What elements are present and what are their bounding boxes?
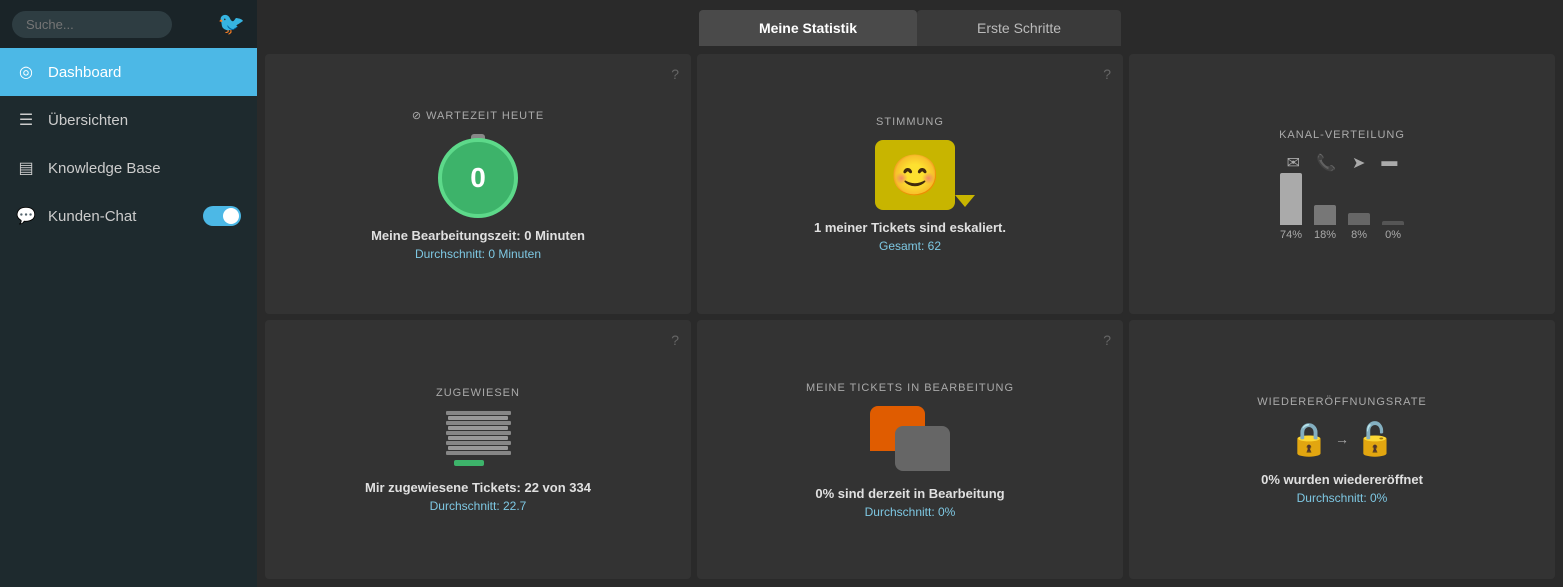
card-wiederoeffnung: WIEDERERÖFFNUNGSRATE 🔒 → 🔓 0% wurden wie… — [1129, 320, 1555, 580]
smiley-box: 😊 — [875, 140, 955, 210]
card-kanal: KANAL-VERTEILUNG ✉ 📞 ➤ ▬ 74% 18% 8% — [1129, 54, 1555, 314]
bar-chat-bar — [1348, 213, 1370, 225]
card-title-zugewiesen: ZUGEWIESEN — [436, 387, 520, 399]
bar-other-bar — [1382, 221, 1404, 225]
dashboard-icon: ◎ — [16, 62, 36, 82]
stimmung-line2: Gesamt: 62 — [879, 239, 941, 253]
bar-email-bar — [1280, 173, 1302, 225]
timer-value: 0 — [470, 162, 486, 194]
card-stimmung: STIMMUNG ? 😊 1 meiner Tickets sind eskal… — [697, 54, 1123, 314]
bar-email: 74% — [1280, 173, 1302, 241]
wartezeit-label: Meine Bearbeitungszeit: 0 Minuten — [371, 228, 585, 243]
other-channel-icon: ▬ — [1381, 153, 1397, 173]
timer-circle: 0 — [438, 138, 518, 218]
timer-wrapper: 0 — [438, 134, 518, 218]
knowledge-base-icon: ▤ — [16, 158, 36, 178]
tab-erste-schritte[interactable]: Erste Schritte — [917, 10, 1121, 46]
bar-chat: 8% — [1348, 213, 1370, 241]
sidebar-item-knowledge-base[interactable]: ▤ Knowledge Base — [0, 144, 257, 192]
help-icon-wartezeit[interactable]: ? — [671, 66, 679, 82]
phone-channel-icon: 📞 — [1316, 153, 1336, 173]
zugewiesen-avg: Durchschnitt: 22.7 — [430, 499, 527, 513]
bar-email-pct: 74% — [1280, 229, 1302, 241]
papers-wrapper — [446, 411, 511, 466]
bar-phone-bar — [1314, 205, 1336, 225]
smiley-wrapper: 😊 — [875, 140, 945, 210]
card-title-wiederoeffnung: WIEDERERÖFFNUNGSRATE — [1257, 396, 1427, 408]
bearbeitung-avg: Durchschnitt: 0% — [865, 505, 956, 519]
sidebar-item-label: Kunden-Chat — [48, 208, 191, 225]
sidebar-item-label: Dashboard — [48, 64, 241, 81]
arrow-right-icon: → — [1335, 431, 1349, 447]
bubbles-wrapper — [865, 406, 955, 476]
sidebar-item-label: Übersichten — [48, 112, 241, 129]
help-icon-stimmung[interactable]: ? — [1103, 66, 1111, 82]
search-input[interactable] — [12, 11, 172, 38]
sidebar-item-ubersichten[interactable]: ☰ Übersichten — [0, 96, 257, 144]
green-accent-bar — [454, 460, 484, 466]
chat-channel-icon: ➤ — [1352, 153, 1365, 173]
bars-wrapper: 74% 18% 8% 0% — [1280, 181, 1404, 241]
bar-other: 0% — [1382, 221, 1404, 241]
channel-icons: ✉ 📞 ➤ ▬ — [1287, 153, 1398, 173]
smiley-tail — [955, 195, 975, 207]
card-zugewiesen: ZUGEWIESEN ? Mir zugewiesene Tickets: 22… — [265, 320, 691, 580]
card-title-kanal: KANAL-VERTEILUNG — [1279, 129, 1405, 141]
sidebar-item-label: Knowledge Base — [48, 160, 241, 177]
help-icon-zugewiesen[interactable]: ? — [671, 332, 679, 348]
wiederoeffnung-label: 0% wurden wiedereröffnet — [1261, 472, 1423, 487]
sidebar-header: 🐦 — [0, 0, 257, 48]
kunden-chat-icon: 💬 — [16, 206, 36, 226]
logo-icon: 🐦 — [218, 11, 245, 37]
sidebar-item-dashboard[interactable]: ◎ Dashboard — [0, 48, 257, 96]
card-title-stimmung: STIMMUNG — [876, 116, 944, 128]
tab-meine-statistik[interactable]: Meine Statistik — [699, 10, 917, 46]
lock-closed-icon: 🔒 — [1289, 420, 1329, 458]
wiederoeffnung-avg: Durchschnitt: 0% — [1297, 491, 1388, 505]
help-icon-bearbeitung[interactable]: ? — [1103, 332, 1111, 348]
main-content: Meine Statistik Erste Schritte ⊘ WARTEZE… — [257, 0, 1563, 587]
card-bearbeitung: MEINE TICKETS IN BEARBEITUNG ? 0% sind d… — [697, 320, 1123, 580]
zugewiesen-label: Mir zugewiesene Tickets: 22 von 334 — [365, 480, 591, 495]
bubble-gray — [895, 426, 950, 471]
bar-phone-pct: 18% — [1314, 229, 1336, 241]
card-title-bearbeitung: MEINE TICKETS IN BEARBEITUNG — [806, 382, 1014, 394]
sidebar-item-kunden-chat[interactable]: 💬 Kunden-Chat — [0, 192, 257, 240]
lock-open-icon: 🔓 — [1355, 420, 1395, 458]
ubersichten-icon: ☰ — [16, 110, 36, 130]
tab-bar: Meine Statistik Erste Schritte — [257, 0, 1563, 46]
kunden-chat-toggle[interactable] — [203, 206, 241, 226]
locks-wrapper: 🔒 → 🔓 — [1289, 420, 1395, 458]
bar-other-pct: 0% — [1385, 229, 1401, 241]
sidebar: 🐦 ◎ Dashboard ☰ Übersichten ▤ Knowledge … — [0, 0, 257, 587]
bearbeitung-label: 0% sind derzeit in Bearbeitung — [815, 486, 1004, 501]
stimmung-line1: 1 meiner Tickets sind eskaliert. — [814, 220, 1006, 235]
dashboard-grid: ⊘ WARTEZEIT HEUTE ? 0 Meine Bearbeitungs… — [257, 46, 1563, 587]
card-title-wartezeit: ⊘ WARTEZEIT HEUTE — [412, 109, 544, 122]
bar-phone: 18% — [1314, 205, 1336, 241]
wartezeit-avg: Durchschnitt: 0 Minuten — [415, 247, 541, 261]
email-channel-icon: ✉ — [1287, 153, 1300, 173]
card-wartezeit: ⊘ WARTEZEIT HEUTE ? 0 Meine Bearbeitungs… — [265, 54, 691, 314]
bar-chat-pct: 8% — [1351, 229, 1367, 241]
